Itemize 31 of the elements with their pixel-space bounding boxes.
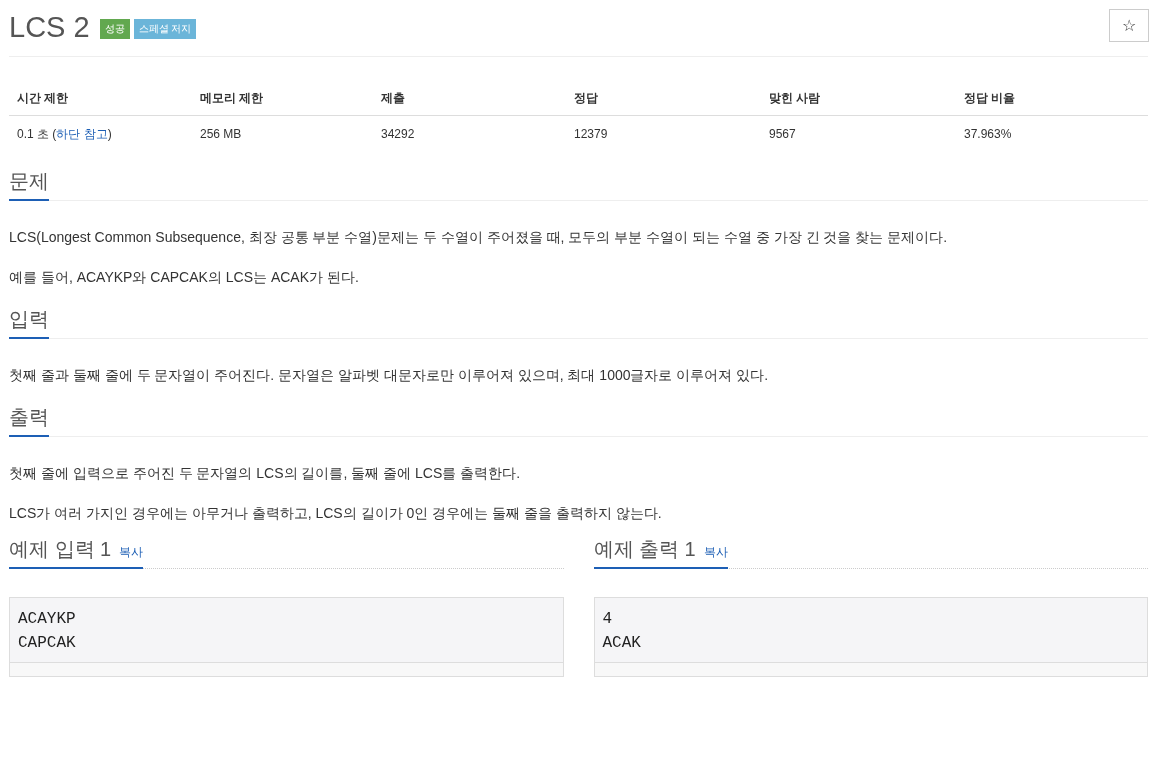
column-header: 정답 비율 [956, 81, 1148, 116]
table-cell: 34292 [373, 115, 566, 152]
section-heading: 예제 입력 1 [9, 537, 112, 562]
section-heading: 예제 출력 1 [593, 537, 696, 562]
table-cell: 37.963% [956, 115, 1148, 152]
column-header: 시간 제한 [9, 81, 192, 116]
paragraph: 첫째 줄에 입력으로 주어진 두 문자열의 LCS의 길이를, 둘째 줄에 LCS를 출력한다. [9, 464, 522, 483]
section-heading: 문제 [9, 169, 49, 194]
section-heading: 출력 [9, 405, 49, 430]
table-cell: 12379 [566, 115, 761, 152]
paragraph: LCS(Longest Common Subsequence, 최장 공통 부분 수열)문제는 두 수열이 주어졌을 때, 모두의 부분 수열이 되는 수열 중 가장 긴 것을 찾는 문제이다. [9, 228, 949, 247]
problem-title: LCS 2 [9, 10, 90, 44]
sample-text: ACAYKP CAPCAK [17, 609, 77, 654]
table-cell: 256 MB [192, 115, 373, 152]
table-cell: 0.1 초 (하단 참고) [9, 115, 192, 152]
table-cell: 9567 [761, 115, 956, 152]
copy-link[interactable]: 복사 [119, 543, 144, 561]
column-header: 정답 [566, 81, 761, 116]
paragraph: 예를 들어, ACAYKP와 CAPCAK의 LCS는 ACAK가 된다. [9, 268, 360, 287]
paragraph: LCS가 여러 가지인 경우에는 아무거나 출력하고, LCS의 길이가 0인 경우에는 둘째 줄을 출력하지 않는다. [9, 504, 663, 523]
copy-link[interactable]: 복사 [703, 543, 728, 561]
status-badge: 스페셜 저지 [133, 18, 197, 39]
section-heading: 입력 [9, 307, 49, 332]
sample-text: 4 ACAK [601, 609, 642, 654]
column-header: 메모리 제한 [192, 81, 373, 116]
column-header: 제출 [373, 81, 566, 116]
status-badge: 성공 [99, 18, 130, 39]
star-button[interactable]: ☆ [1109, 9, 1149, 42]
paragraph: 첫째 줄과 둘째 줄에 두 문자열이 주어진다. 문자열은 알파벳 대문자로만 이루어져 있으며, 최대 1000글자로 이루어져 있다. [9, 366, 770, 385]
column-header: 맞힌 사람 [761, 81, 956, 116]
note-link[interactable]: 하단 참고 [56, 127, 108, 141]
